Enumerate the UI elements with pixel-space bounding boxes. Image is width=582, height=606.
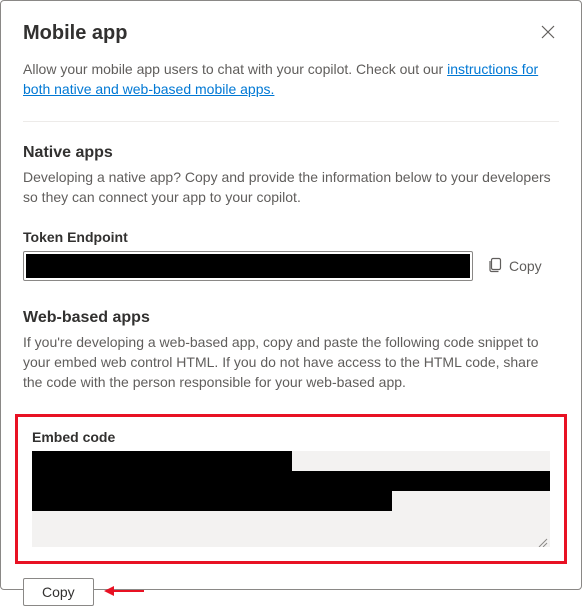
copy-token-button[interactable]: Copy bbox=[487, 257, 542, 276]
intro-prefix: Allow your mobile app users to chat with… bbox=[23, 61, 447, 77]
close-button[interactable] bbox=[537, 21, 559, 46]
web-apps-heading: Web-based apps bbox=[23, 309, 559, 327]
embed-redacted-line bbox=[32, 491, 392, 511]
panel-header: Mobile app bbox=[23, 21, 559, 46]
arrow-annotation-icon bbox=[104, 584, 144, 601]
native-apps-desc: Developing a native app? Copy and provid… bbox=[23, 168, 559, 207]
copy-embed-button[interactable]: Copy bbox=[23, 578, 94, 606]
token-endpoint-label: Token Endpoint bbox=[23, 229, 559, 245]
mobile-app-panel: Mobile app Allow your mobile app users t… bbox=[0, 0, 582, 590]
token-endpoint-input[interactable] bbox=[23, 251, 473, 281]
token-endpoint-row: Copy bbox=[23, 251, 559, 281]
close-icon bbox=[541, 27, 555, 42]
native-apps-heading: Native apps bbox=[23, 144, 559, 162]
copy-button-row: Copy bbox=[23, 578, 559, 606]
intro-text: Allow your mobile app users to chat with… bbox=[23, 60, 559, 99]
token-endpoint-redacted bbox=[26, 254, 470, 278]
divider bbox=[23, 121, 559, 122]
embed-redacted-line bbox=[32, 451, 292, 471]
embed-redacted-line bbox=[32, 471, 550, 491]
embed-highlight: Embed code bbox=[15, 414, 567, 564]
embed-code-textarea[interactable] bbox=[32, 451, 550, 547]
copy-icon bbox=[487, 257, 503, 276]
copy-token-label: Copy bbox=[509, 258, 542, 274]
web-apps-desc: If you're developing a web-based app, co… bbox=[23, 333, 559, 392]
panel-title: Mobile app bbox=[23, 22, 127, 45]
resize-handle-icon[interactable] bbox=[538, 535, 548, 545]
embed-code-label: Embed code bbox=[32, 429, 550, 445]
